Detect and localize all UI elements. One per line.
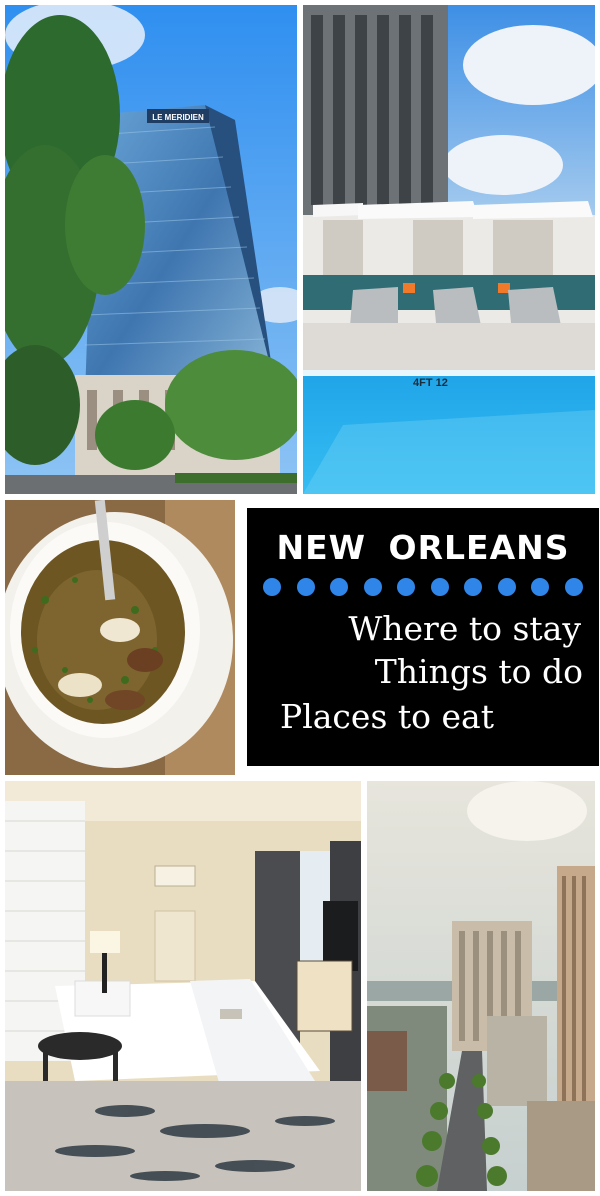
divider-dot	[330, 578, 349, 596]
rooftop-pool-photo: 4FT 12	[303, 5, 595, 494]
hotel-room-photo	[5, 781, 361, 1191]
city-view-photo	[367, 781, 595, 1191]
divider-dot	[564, 578, 583, 596]
hotel-sign-text: LE MERIDIEN	[152, 113, 204, 122]
divider-dot	[497, 578, 516, 596]
divider-dot	[296, 578, 315, 596]
subtitle-things-to-do: Things to do	[374, 652, 583, 691]
title-heading: NEW ORLEANS	[276, 528, 570, 567]
hotel-tower-photo: LE MERIDIEN	[5, 5, 297, 494]
divider-dot	[430, 578, 449, 596]
divider-dot	[464, 578, 483, 596]
title-card: NEW ORLEANS Where to stay Things to do P…	[247, 508, 599, 766]
divider-dot	[397, 578, 416, 596]
divider-dot	[363, 578, 382, 596]
divider-dot	[263, 578, 281, 596]
subtitle-places-to-eat: Places to eat	[280, 697, 494, 736]
dot-divider	[263, 577, 583, 597]
divider-dot	[531, 578, 550, 596]
pool-depth-marker: 4FT 12	[413, 377, 448, 389]
gumbo-bowl-photo	[5, 500, 235, 775]
subtitle-where-to-stay: Where to stay	[348, 609, 581, 648]
